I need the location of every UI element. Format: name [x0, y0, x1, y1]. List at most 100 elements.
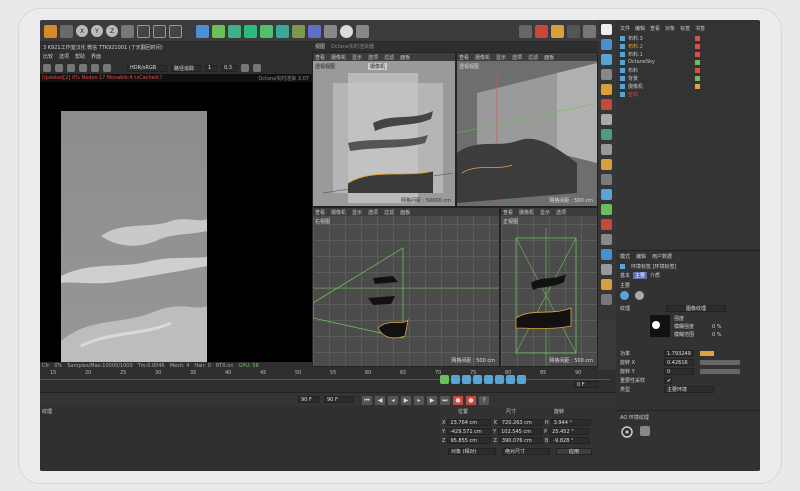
type-select[interactable]: 主要环境 — [664, 386, 714, 393]
viewport-perspective-2[interactable]: 查看 摄像机 显示 选项 过滤 面板 透视视图 网格间距 : 500 cm — [456, 52, 598, 207]
snap-icon[interactable] — [519, 24, 532, 38]
cloner-icon[interactable] — [244, 24, 257, 38]
size-mode-select[interactable]: 绝对尺寸 — [502, 448, 550, 455]
list-item[interactable]: 布料.1 — [616, 50, 760, 58]
axis-x-button[interactable]: X — [76, 25, 88, 37]
ao-small-icon[interactable] — [640, 426, 650, 436]
rotation-y-field[interactable]: 0 — [664, 368, 694, 375]
key-point-icon[interactable] — [506, 375, 515, 384]
tool-2-icon[interactable] — [601, 54, 612, 65]
tool-16-icon[interactable] — [601, 264, 612, 275]
tab-view[interactable]: 视图 — [315, 43, 325, 50]
value-1-field[interactable]: 1 — [205, 64, 217, 72]
rot-b-field[interactable]: -9.828 ° — [550, 437, 591, 444]
attr-menu-item[interactable]: 模式 — [620, 253, 630, 260]
viewer-menu-item[interactable]: 比较 — [43, 53, 53, 60]
camera-icon[interactable] — [308, 24, 321, 38]
size-z-field[interactable]: 390.076 cm — [498, 437, 543, 444]
om-menu-item[interactable]: 书签 — [695, 25, 705, 32]
rot-h-field[interactable]: 3.944 ° — [550, 419, 591, 426]
rotation-x-slider[interactable] — [700, 360, 740, 365]
power-slider[interactable] — [700, 351, 714, 356]
kernel-select[interactable]: 路径追踪 — [171, 64, 201, 72]
environment-icon[interactable] — [276, 24, 289, 38]
field-icon[interactable] — [292, 24, 305, 38]
next-key-button[interactable]: ▶ — [427, 396, 437, 405]
list-item[interactable]: 空白 — [616, 90, 760, 98]
om-menu-item[interactable]: 标签 — [680, 25, 690, 32]
pos-y-field[interactable]: -429.571 cm — [447, 428, 492, 435]
render-settings-icon[interactable] — [169, 24, 182, 38]
power-field[interactable]: 1.793249 — [664, 350, 694, 357]
coord-mode-select[interactable]: 对象 (相对) — [448, 448, 496, 455]
render-area[interactable] — [40, 82, 312, 362]
pos-z-field[interactable]: 95.855 cm — [447, 437, 492, 444]
importance-checkbox[interactable]: ✔ — [664, 377, 672, 384]
layout-icon[interactable] — [601, 24, 612, 35]
list-item[interactable]: 摄像机 — [616, 82, 760, 90]
size-y-field[interactable]: 102.545 cm — [498, 428, 543, 435]
ao-label[interactable]: AO 环境纹理 — [620, 414, 649, 421]
key-scale-icon[interactable] — [473, 375, 482, 384]
coord-system-icon[interactable] — [121, 24, 134, 38]
deformer-icon[interactable] — [260, 24, 273, 38]
tool-10-icon[interactable] — [601, 174, 612, 185]
lock-icon[interactable] — [91, 64, 99, 72]
tool-14-icon[interactable] — [601, 234, 612, 245]
tool-17-icon[interactable] — [601, 279, 612, 290]
tool-13-icon[interactable] — [601, 219, 612, 230]
stop-icon[interactable] — [55, 64, 63, 72]
tab-octane[interactable]: Octane实时渲染器 — [331, 43, 374, 50]
tool-3-icon[interactable] — [601, 69, 612, 80]
bulb-icon[interactable] — [340, 24, 353, 38]
axis-y-button[interactable]: Y — [91, 25, 103, 37]
apply-button[interactable]: 应用 — [556, 448, 592, 455]
texture-circle-icon[interactable] — [620, 291, 629, 300]
settings-small-icon[interactable] — [253, 64, 261, 72]
subdivision-icon[interactable] — [228, 24, 241, 38]
camera-small-icon[interactable] — [241, 64, 249, 72]
list-item[interactable]: 背景 — [616, 74, 760, 82]
om-menu-item[interactable]: 编辑 — [635, 25, 645, 32]
tool-6-icon[interactable] — [601, 114, 612, 125]
prev-frame-button[interactable]: ◂ — [388, 396, 398, 405]
pause-icon[interactable] — [79, 64, 87, 72]
region-icon[interactable] — [103, 64, 111, 72]
tool-7-icon[interactable] — [601, 129, 612, 140]
cube-icon[interactable] — [196, 24, 209, 38]
scale-tool-icon[interactable] — [60, 24, 73, 38]
play-button[interactable]: ▶ — [401, 396, 411, 405]
play-icon[interactable] — [43, 64, 51, 72]
om-menu-item[interactable]: 文件 — [620, 25, 630, 32]
viewport-right[interactable]: 查看 摄像机 显示 选项 过滤 面板 右视图 网格间距 : 500 cm — [312, 207, 500, 367]
move-tool-icon[interactable] — [44, 24, 57, 38]
grid-icon[interactable] — [583, 24, 596, 38]
record-icon[interactable] — [535, 24, 548, 38]
render-picture-icon[interactable] — [153, 24, 166, 38]
record-key-button[interactable]: ● — [453, 396, 463, 405]
om-menu-item[interactable]: 对象 — [665, 25, 675, 32]
tool-15-icon[interactable] — [601, 249, 612, 260]
tool-8-icon[interactable] — [601, 144, 612, 155]
key-param-icon[interactable] — [484, 375, 493, 384]
viewer-menu-item[interactable]: 界面 — [91, 53, 101, 60]
rotation-y-slider[interactable] — [700, 369, 740, 374]
tool-4-icon[interactable] — [601, 84, 612, 95]
key-extra-icon[interactable] — [517, 375, 526, 384]
list-item[interactable]: 布料.3 — [616, 34, 760, 42]
tool-9-icon[interactable] — [601, 159, 612, 170]
key-rot-icon[interactable] — [462, 375, 471, 384]
rot-p-field[interactable]: 25.452 ° — [549, 428, 590, 435]
next-frame-button[interactable]: ▸ — [414, 396, 424, 405]
tool-1-icon[interactable] — [601, 39, 612, 50]
auto-key-button[interactable]: ● — [466, 396, 476, 405]
size-x-field[interactable]: 720.263 cm — [498, 419, 543, 426]
texture-select[interactable]: 图像纹理 — [666, 305, 727, 312]
viewer-menu-item[interactable]: 帮助 — [75, 53, 85, 60]
tab-main[interactable]: 主要 — [633, 272, 648, 279]
light-icon[interactable] — [324, 24, 337, 38]
ao-texture-icon[interactable] — [620, 425, 634, 439]
texture-circle-icon-2[interactable] — [635, 291, 644, 300]
viewer-menu-item[interactable]: 选项 — [59, 53, 69, 60]
refresh-icon[interactable] — [67, 64, 75, 72]
